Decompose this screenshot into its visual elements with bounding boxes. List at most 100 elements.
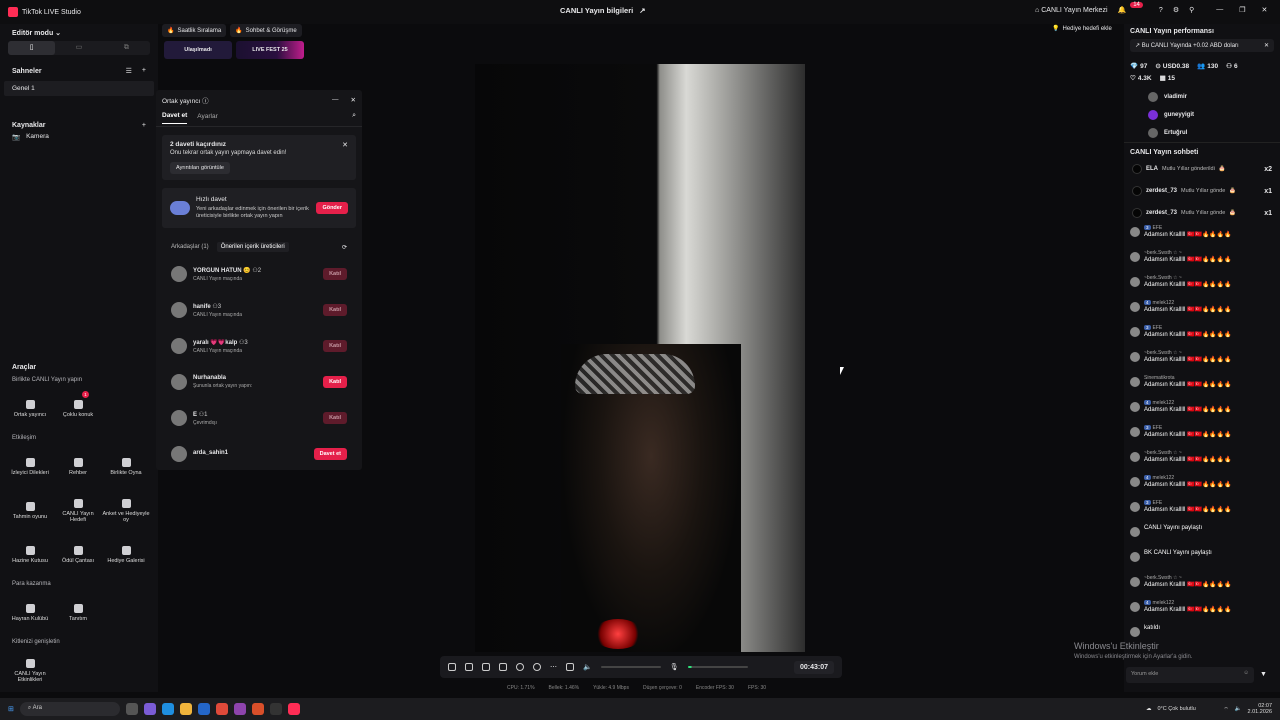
more-icon[interactable]: ⋯: [550, 663, 557, 671]
app-icon[interactable]: [269, 703, 282, 715]
viewers-metric: 👥 130: [1197, 62, 1219, 71]
join-button[interactable]: Katıl: [323, 268, 347, 280]
volume-slider[interactable]: [600, 666, 661, 668]
live-goal-tool[interactable]: CANLI Yayın Hedefi: [54, 489, 102, 533]
tab-settings[interactable]: Ayarlar: [197, 113, 217, 124]
tiktok-studio-icon[interactable]: [287, 703, 300, 715]
comment-input[interactable]: Yorum ekle ☺: [1126, 667, 1254, 683]
source-item-camera[interactable]: 📷 Kamera: [0, 129, 158, 145]
treasure-box-tool[interactable]: Hazine Kutusu: [6, 533, 54, 577]
join-button[interactable]: Katıl: [323, 376, 347, 388]
bell-icon[interactable]: 🔔: [1118, 6, 1127, 14]
quick-invite-title: Hızlı davet: [196, 196, 227, 203]
camera-icon: 📷: [12, 134, 21, 141]
mic-icon[interactable]: 🎙: [670, 663, 679, 671]
explorer-icon[interactable]: [179, 703, 192, 715]
close-icon[interactable]: ✕: [1262, 6, 1268, 14]
join-button[interactable]: Katıl: [323, 412, 347, 424]
mic-level-slider[interactable]: [687, 666, 748, 668]
chrome-icon[interactable]: [215, 703, 228, 715]
pin-icon[interactable]: ⚲: [1189, 6, 1194, 14]
close-icon[interactable]: ✕: [342, 141, 348, 149]
magic-icon[interactable]: [448, 663, 456, 671]
filter-icon[interactable]: ▼: [1260, 671, 1267, 678]
taskview-icon[interactable]: [125, 703, 138, 715]
guide-tool[interactable]: Rehber: [54, 445, 102, 489]
effects-icon[interactable]: [465, 663, 473, 671]
phone-icon[interactable]: [499, 663, 507, 671]
taskbar-search[interactable]: ⌕ Ara: [19, 702, 120, 716]
tab-friends[interactable]: Arkadaşlar (1): [171, 244, 209, 250]
cohost-tool[interactable]: Ortak yayıncı: [6, 387, 54, 431]
close-icon[interactable]: ✕: [1264, 42, 1269, 49]
list-icon[interactable]: ☰: [126, 67, 132, 75]
layout-icon[interactable]: [482, 663, 490, 671]
gear-icon[interactable]: ⚙: [1173, 6, 1179, 14]
minimize-icon[interactable]: —: [332, 96, 339, 104]
store-icon[interactable]: [197, 703, 210, 715]
record-icon[interactable]: [516, 663, 524, 671]
cpu-stat: CPU: 1.71%: [507, 685, 535, 691]
fan-club-tool[interactable]: Hayran Kulübü: [6, 591, 54, 635]
live-center-link[interactable]: CANLI Yayın Merkezi: [1041, 7, 1107, 14]
hourly-ranking-chip[interactable]: 🔥 Saatlik Sıralama: [162, 24, 227, 37]
editor-mode-dropdown[interactable]: Editör modu ⌄: [12, 29, 61, 37]
scene-item[interactable]: Genel 1: [4, 81, 154, 96]
view-details-button[interactable]: Ayrıntıları görüntüle: [170, 162, 230, 174]
poll-tool[interactable]: Anket ve Hediyeyle oy: [102, 489, 150, 533]
tool-category: Etkileşim: [12, 435, 37, 441]
level-badge: 3: [1144, 325, 1151, 331]
video-preview[interactable]: [475, 64, 805, 652]
tab-invite[interactable]: Davet et: [162, 112, 188, 124]
multi-guest-tool[interactable]: Çoklu konuk 1: [54, 387, 102, 431]
join-button[interactable]: Katıl: [323, 304, 347, 316]
share-icon[interactable]: ↗: [639, 6, 645, 15]
restore-icon[interactable]: ❐: [1239, 6, 1245, 14]
gift-gallery-tool[interactable]: Hediye Galerisi: [102, 533, 150, 577]
viewer-item[interactable]: guneyyigit: [1124, 106, 1280, 124]
chat-text: Adamsın Kralllll 🇹🇷🇹🇷🔥🔥🔥🔥: [1144, 457, 1232, 464]
perf-earnings-bar[interactable]: ↗ Bu CANLI Yayında +0.02 ABD doları ✕: [1130, 39, 1274, 52]
portrait-option[interactable]: ▯: [8, 41, 56, 55]
live-fest-banner[interactable]: LIVE FEST 25: [236, 41, 304, 59]
landscape-option[interactable]: ▭: [55, 41, 102, 55]
promote-tool[interactable]: Tanıtım: [54, 591, 102, 635]
add-scene-icon[interactable]: +: [142, 67, 146, 75]
chat-call-chip[interactable]: 🔥 Sohbet & Görüşme: [230, 24, 302, 37]
home-icon[interactable]: ⌂: [1035, 7, 1039, 14]
edge-icon[interactable]: [161, 703, 174, 715]
app-icon[interactable]: [233, 703, 246, 715]
settings-slider-icon[interactable]: [566, 663, 574, 671]
windows-start-icon[interactable]: ⊞: [8, 705, 14, 713]
join-button[interactable]: Katıl: [323, 340, 347, 352]
chat-message: BK CANLI Yayını paylaştı: [1124, 549, 1280, 574]
prediction-tool[interactable]: Tahmin oyunu: [6, 489, 54, 533]
send-button[interactable]: Gönder: [316, 202, 348, 214]
cake-icon: 🎂: [1229, 188, 1237, 194]
play-together-tool[interactable]: Birlikte Oyna: [102, 445, 150, 489]
live-events-tool[interactable]: CANLI Yayın Etkinlikleri: [6, 649, 54, 693]
minimize-icon[interactable]: —: [1216, 6, 1223, 14]
viewer-item[interactable]: vladimir: [1124, 88, 1280, 106]
dual-option[interactable]: ⧉: [103, 41, 150, 55]
add-source-icon[interactable]: +: [142, 122, 146, 129]
gift-goal-button[interactable]: 💡 Hediye hedefi ekle: [1052, 25, 1112, 33]
viewer-wishes-tool[interactable]: İzleyici Dilekleri: [6, 445, 54, 489]
reward-bag-tool[interactable]: Ödül Çantası: [54, 533, 102, 577]
unreached-banner[interactable]: Ulaşılmadı: [164, 41, 232, 59]
gift-row: ELA Mutlu Yıllar gönderildi 🎂 x2: [1124, 158, 1280, 180]
chat-messages[interactable]: 3 EFE Adamsın Kralllll 🇹🇷🇹🇷🔥🔥🔥🔥 ~berk.Swsth…: [1124, 224, 1280, 642]
brave-icon[interactable]: [251, 703, 264, 715]
join-button[interactable]: Davet et: [313, 448, 347, 460]
camera-toggle-icon[interactable]: [533, 663, 541, 671]
orientation-toggle[interactable]: ▯ ▭ ⧉: [8, 41, 150, 55]
tab-suggested[interactable]: Önerilen içerik üreticileri: [216, 242, 289, 252]
teams-icon[interactable]: [143, 703, 156, 715]
search-icon[interactable]: ⌕: [352, 112, 356, 124]
viewer-item[interactable]: Ertuğrul: [1124, 124, 1280, 142]
live-info[interactable]: CANLI Yayın bilgileri ↗: [560, 6, 646, 15]
help-icon[interactable]: ?: [1159, 7, 1163, 14]
speaker-icon[interactable]: 🔈: [583, 663, 592, 671]
refresh-icon[interactable]: ⟳: [342, 244, 347, 251]
close-icon[interactable]: ✕: [351, 96, 356, 104]
